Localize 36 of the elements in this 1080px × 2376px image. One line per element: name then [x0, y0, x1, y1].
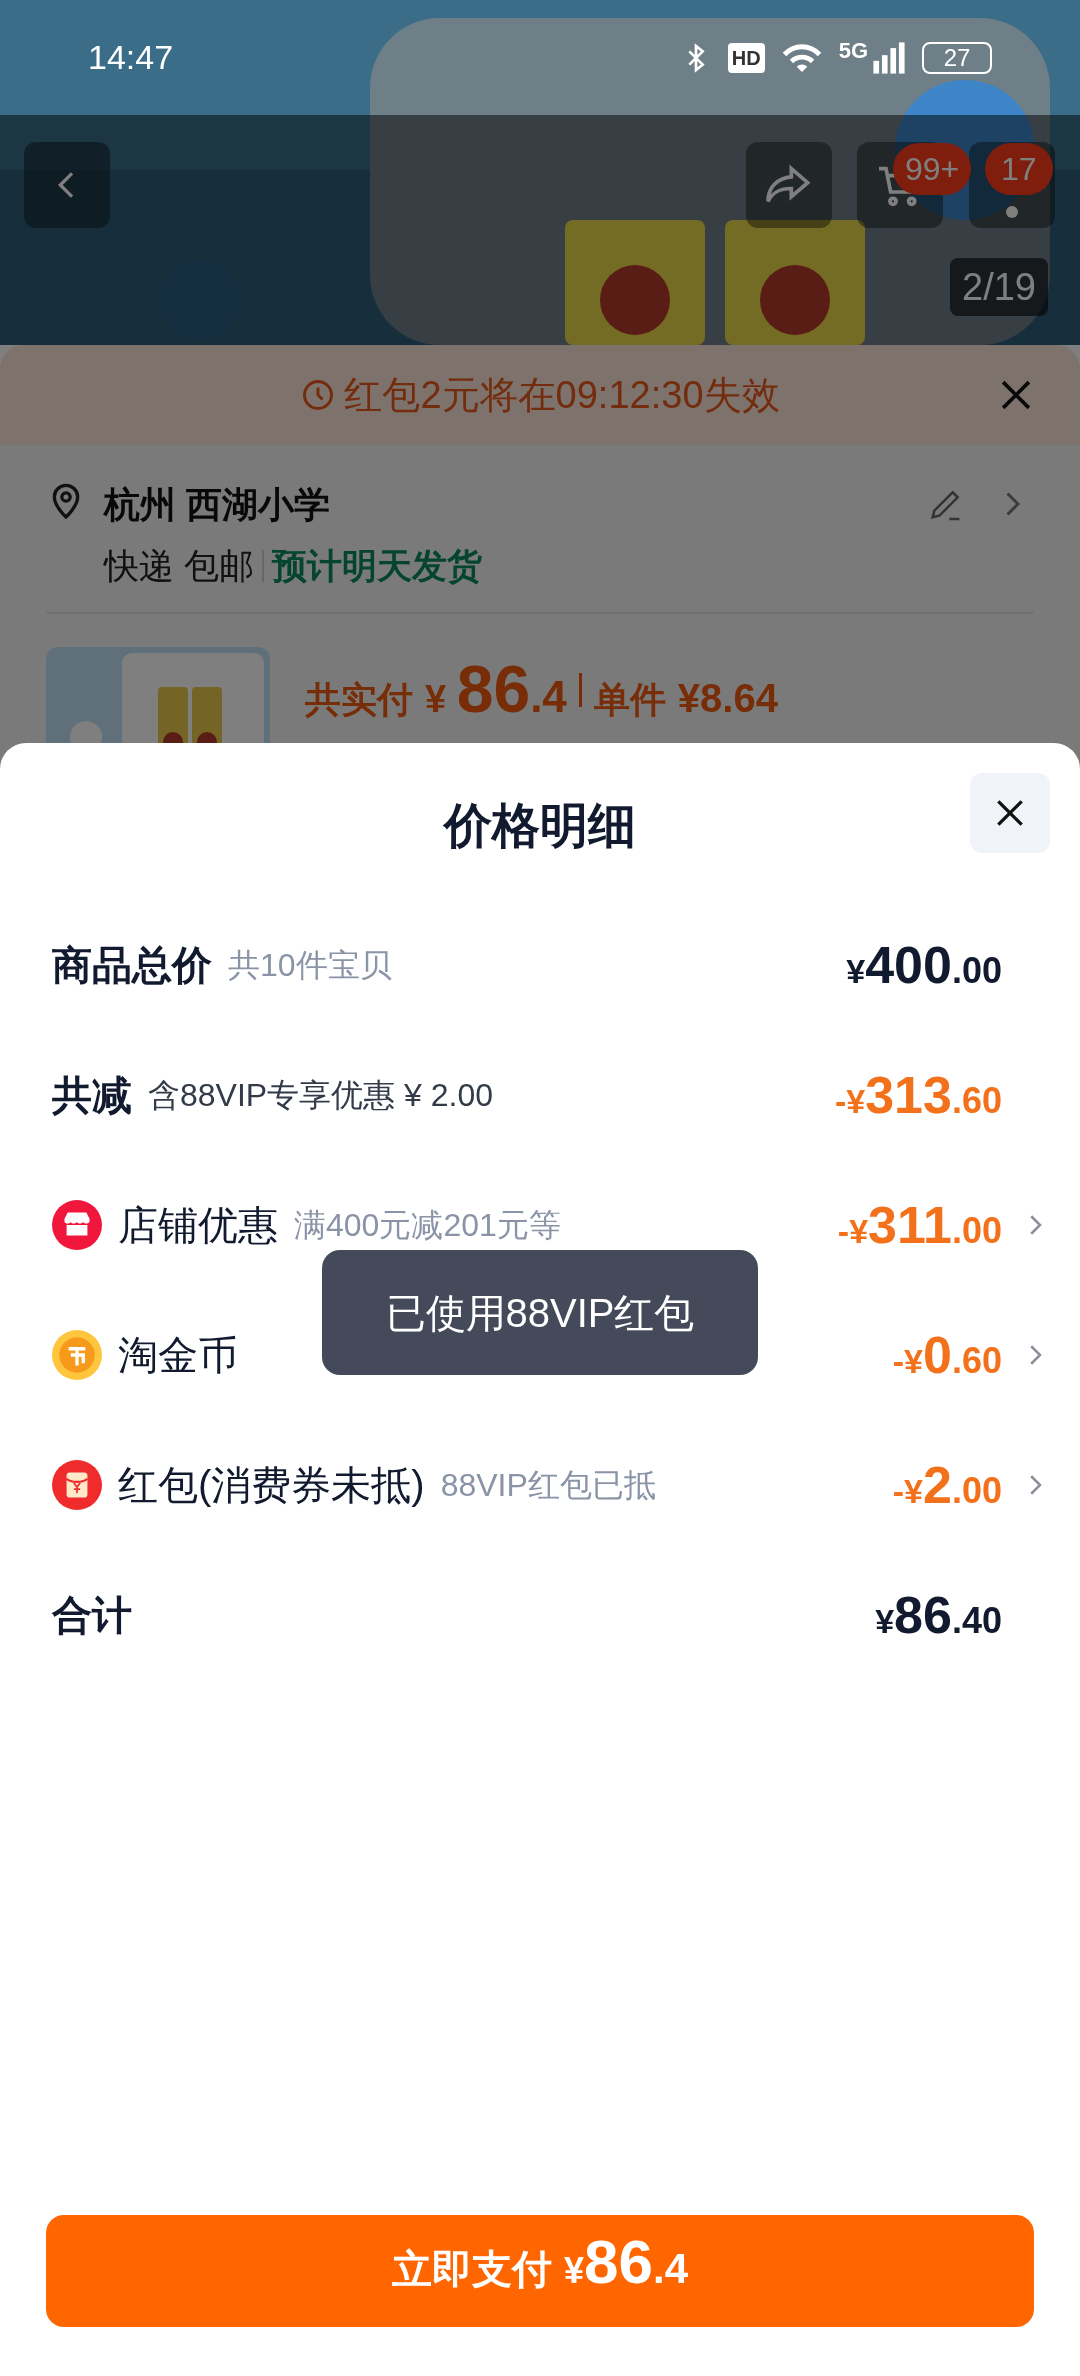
delivery-estimate: 预计明天发货	[271, 545, 482, 587]
store-icon	[52, 1200, 102, 1250]
pay-button[interactable]: 立即支付 ¥86.4	[46, 2215, 1034, 2327]
total-price: ¥ 86.4	[425, 651, 567, 728]
row-amount: ¥400.00	[846, 935, 1002, 996]
row-amount: ¥86.40	[875, 1585, 1002, 1646]
sheet-title: 价格明细	[442, 798, 637, 854]
toast-message: 已使用88VIP红包	[322, 1250, 758, 1375]
row-label: 红包(消费券未抵)	[118, 1462, 425, 1509]
row-label: 淘金币	[118, 1332, 238, 1379]
row-amount: -¥311.00	[837, 1195, 1002, 1256]
status-time: 14:47	[88, 37, 174, 78]
shipping-text: 快递 包邮	[104, 545, 254, 587]
unit-price: ¥8.64	[677, 675, 778, 722]
row-note: 88VIP红包已抵	[440, 1466, 656, 1505]
row-amount: -¥0.60	[892, 1325, 1002, 1386]
total-label: 共实付	[305, 678, 413, 722]
unit-label: 单件	[593, 678, 666, 722]
dot-icon	[1006, 206, 1018, 218]
address-name: 杭州 西湖小学	[104, 483, 330, 527]
coin-icon	[52, 1330, 102, 1380]
row-amount: -¥313.60	[834, 1065, 1002, 1126]
close-button[interactable]	[970, 773, 1050, 853]
row-label: 商品总价	[52, 942, 212, 989]
countdown-text: 红包2元将在09:12:30失效	[344, 372, 780, 418]
row-amount: -¥2.00	[892, 1455, 1002, 1516]
row-note: 含88VIP专享优惠 ¥ 2.00	[148, 1076, 494, 1115]
row-label: 店铺优惠	[118, 1202, 278, 1249]
row-label: 共减	[52, 1072, 132, 1119]
network-label: 5G	[838, 39, 868, 62]
battery-icon: 27	[922, 41, 992, 74]
row-note: 共10件宝贝	[228, 946, 392, 985]
row-note: 满400元减201元等	[294, 1206, 561, 1245]
row-label: 合计	[52, 1592, 132, 1639]
signal-icon	[872, 39, 906, 76]
envelope-icon	[52, 1460, 102, 1510]
